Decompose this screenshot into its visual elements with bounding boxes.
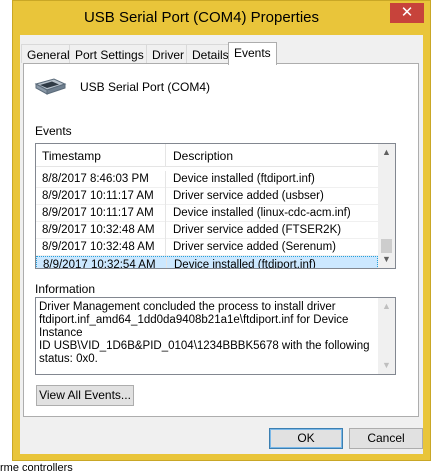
event-timestamp: 8/8/2017 8:46:03 PM [42, 173, 149, 185]
events-label: Events [35, 124, 72, 138]
scroll-down-icon[interactable]: ▼ [378, 357, 395, 374]
column-separator [166, 257, 167, 268]
list-item[interactable]: 8/9/2017 10:32:48 AM Driver service adde… [36, 239, 378, 256]
scroll-down-icon[interactable]: ▼ [378, 251, 395, 268]
column-separator [165, 239, 166, 256]
device-name: USB Serial Port (COM4) [80, 80, 211, 94]
scroll-up-icon[interactable]: ▲ [378, 298, 395, 315]
list-item[interactable]: 8/8/2017 8:46:03 PM Device installed (ft… [36, 171, 378, 188]
events-rows: 8/8/2017 8:46:03 PM Device installed (ft… [36, 171, 378, 269]
information-textbox[interactable]: Driver Management concluded the process … [35, 297, 396, 375]
column-separator [165, 222, 166, 239]
event-description: Driver service added (FTSER2K) [173, 224, 342, 236]
event-timestamp: 8/9/2017 10:32:48 AM [42, 224, 155, 236]
window-title: USB Serial Port (COM4) Properties [83, 9, 320, 26]
events-list[interactable]: Timestamp Description 8/8/2017 8:46:03 P… [35, 143, 396, 269]
information-scrollbar[interactable]: ▲ ▼ [378, 298, 395, 374]
column-header-timestamp[interactable]: Timestamp [42, 149, 101, 163]
column-separator[interactable] [165, 144, 166, 166]
information-text: Driver Management concluded the process … [39, 301, 370, 365]
event-timestamp: 8/9/2017 10:32:54 AM [43, 259, 156, 269]
tab-port-settings[interactable]: Port Settings [69, 44, 150, 63]
information-label: Information [35, 282, 96, 296]
events-tab-panel: USB Serial Port (COM4) Events Timestamp … [23, 63, 419, 417]
column-separator [165, 188, 166, 205]
events-scrollbar[interactable]: ▲ ▼ [378, 144, 395, 268]
tab-events[interactable]: Events [228, 42, 277, 65]
view-all-events-button[interactable]: View All Events... [36, 385, 134, 406]
column-header-description[interactable]: Description [173, 149, 233, 163]
list-item-selected[interactable]: 8/9/2017 10:32:54 AM Device installed (f… [36, 256, 378, 269]
event-timestamp: 8/9/2017 10:11:17 AM [42, 207, 154, 219]
list-item[interactable]: 8/9/2017 10:11:17 AM Device installed (l… [36, 205, 378, 222]
dialog-client-area: General Port Settings Driver Details Eve… [20, 35, 423, 454]
scroll-up-icon[interactable]: ▲ [378, 144, 395, 161]
event-description: Driver service added (usbser) [173, 190, 324, 202]
event-timestamp: 8/9/2017 10:11:17 AM [42, 190, 154, 202]
close-button[interactable]: ✕ [390, 3, 424, 23]
tab-general[interactable]: General [21, 44, 76, 63]
event-description: Device installed (ftdiport.inf) [174, 259, 316, 269]
event-description: Device installed (linux-cdc-acm.inf) [173, 207, 351, 219]
usb-connector-icon [34, 78, 67, 95]
background-text: rme controllers [0, 462, 73, 474]
event-description: Device installed (ftdiport.inf) [173, 173, 315, 185]
tab-driver[interactable]: Driver [146, 44, 190, 63]
title-bar[interactable]: USB Serial Port (COM4) Properties ✕ [13, 1, 430, 34]
column-separator [165, 205, 166, 222]
event-description: Driver service added (Serenum) [173, 241, 336, 253]
event-timestamp: 8/9/2017 10:32:48 AM [42, 241, 155, 253]
properties-dialog: USB Serial Port (COM4) Properties ✕ Gene… [12, 0, 431, 461]
events-list-header: Timestamp Description [36, 144, 378, 167]
background-window [0, 0, 12, 470]
list-item[interactable]: 8/9/2017 10:11:17 AM Driver service adde… [36, 188, 378, 205]
ok-button[interactable]: OK [269, 428, 343, 449]
column-separator [165, 171, 166, 188]
list-item[interactable]: 8/9/2017 10:32:48 AM Driver service adde… [36, 222, 378, 239]
cancel-button[interactable]: Cancel [349, 428, 423, 449]
